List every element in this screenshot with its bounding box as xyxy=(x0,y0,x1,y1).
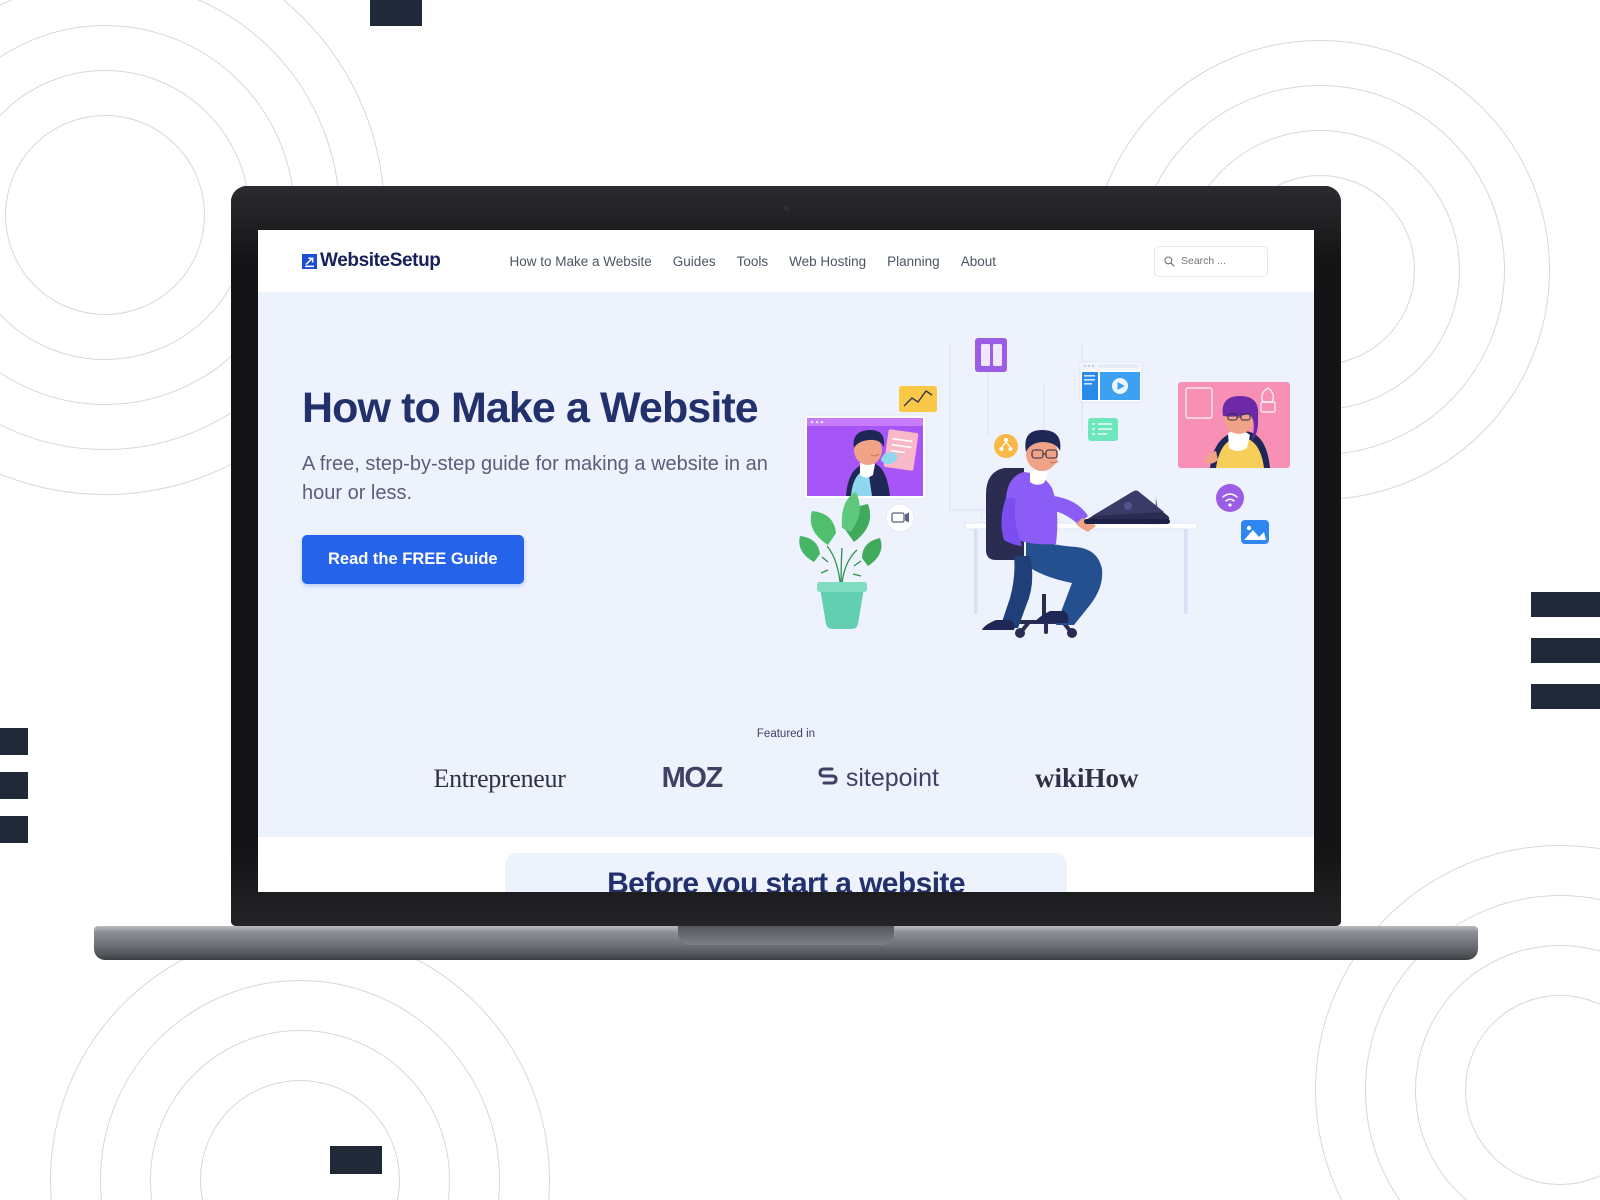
featured-in-section: Featured in Entrepreneur MOZ sitepoint w… xyxy=(258,728,1314,795)
browser-viewport: WebsiteSetup How to Make a Website Guide… xyxy=(258,230,1314,892)
share-badge-icon xyxy=(994,434,1018,458)
decorative-rect xyxy=(370,0,422,26)
decorative-rect xyxy=(0,728,28,755)
logo-sitepoint[interactable]: sitepoint xyxy=(818,764,939,793)
featured-in-label: Featured in xyxy=(756,728,816,740)
video-call-screen-right xyxy=(1178,382,1290,468)
nav-item-about[interactable]: About xyxy=(961,254,996,269)
search-input[interactable] xyxy=(1181,255,1258,267)
image-badge-icon xyxy=(1241,520,1269,544)
checklist-card-icon xyxy=(1088,418,1118,441)
webcam-icon xyxy=(783,206,789,211)
decorative-rect xyxy=(0,772,28,799)
page-title: How to Make a Website xyxy=(302,384,759,432)
nav-item-planning[interactable]: Planning xyxy=(887,254,940,269)
decorative-rect xyxy=(0,816,28,843)
wifi-badge-icon xyxy=(1216,484,1244,512)
next-section-peek: Before you start a website xyxy=(258,837,1314,892)
sitepoint-mark-icon xyxy=(818,764,838,793)
laptop-mockup: WebsiteSetup How to Make a Website Guide… xyxy=(94,186,1478,960)
nav-item-how-to-make-a-website[interactable]: How to Make a Website xyxy=(509,254,651,269)
sitepoint-label: sitepoint xyxy=(845,764,939,792)
read-free-guide-button[interactable]: Read the FREE Guide xyxy=(302,534,524,584)
arrow-up-right-icon xyxy=(302,253,317,269)
search-icon xyxy=(1164,255,1175,267)
search-box[interactable] xyxy=(1154,245,1268,277)
site-header: WebsiteSetup How to Make a Website Guide… xyxy=(258,230,1314,292)
decorative-rect xyxy=(330,1146,382,1174)
nav-item-web-hosting[interactable]: Web Hosting xyxy=(789,254,866,269)
main-navigation: How to Make a Website Guides Tools Web H… xyxy=(509,254,995,269)
site-logo[interactable]: WebsiteSetup xyxy=(302,250,441,272)
decorative-rect xyxy=(1531,684,1600,709)
nav-item-guides[interactable]: Guides xyxy=(673,254,716,269)
potted-plant xyxy=(799,492,882,629)
hero-illustration xyxy=(798,330,1298,640)
laptop-base xyxy=(94,926,1478,960)
page-root: WebsiteSetup How to Make a Website Guide… xyxy=(0,0,1600,1200)
decorative-rect xyxy=(1531,592,1600,617)
featured-logos: Entrepreneur MOZ sitepoint wikiHow xyxy=(258,762,1314,795)
hero-subtitle: A free, step-by-step guide for making a … xyxy=(302,453,768,504)
desk-laptop xyxy=(1084,490,1170,524)
hero-copy: How to Make a Website A free, step-by-st… xyxy=(302,384,772,584)
hero-section: How to Make a Website A free, step-by-st… xyxy=(258,292,1314,837)
logo-entrepreneur[interactable]: Entrepreneur xyxy=(434,764,566,794)
video-badge-icon xyxy=(885,503,915,533)
laptop-lid: WebsiteSetup How to Make a Website Guide… xyxy=(231,186,1341,926)
decorative-rect xyxy=(1531,638,1600,663)
chart-card-icon xyxy=(899,386,937,412)
video-browser-icon xyxy=(1079,361,1143,403)
logo-moz[interactable]: MOZ xyxy=(662,762,724,795)
video-call-screen-left xyxy=(803,414,927,500)
next-section-heading: Before you start a website xyxy=(607,867,965,892)
layout-card-icon xyxy=(975,338,1007,372)
nav-item-tools[interactable]: Tools xyxy=(737,254,769,269)
site-logo-text: WebsiteSetup xyxy=(320,250,441,271)
logo-wikihow[interactable]: wikiHow xyxy=(1035,763,1139,794)
